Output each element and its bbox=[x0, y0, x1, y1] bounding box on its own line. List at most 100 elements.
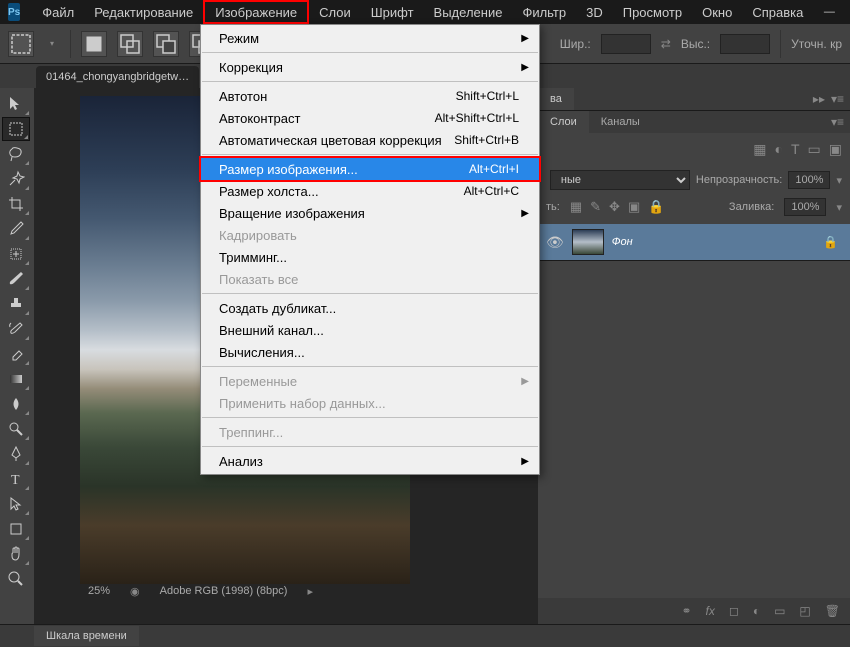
selection-new-icon[interactable] bbox=[81, 31, 107, 57]
new-layer-icon[interactable]: ◰ bbox=[799, 604, 810, 618]
fill-value[interactable]: 100% bbox=[784, 198, 826, 216]
tab-channels[interactable]: Каналы bbox=[589, 111, 652, 133]
adjustment-icon[interactable]: ◐ bbox=[753, 604, 760, 618]
lock-artboard-icon[interactable]: ▣ bbox=[628, 199, 640, 215]
layer-thumbnail[interactable] bbox=[572, 229, 604, 255]
filter-adjust-icon[interactable]: ◐ bbox=[775, 141, 783, 158]
menu-item[interactable]: Коррекция▶ bbox=[201, 56, 539, 78]
filter-image-icon[interactable]: ▦ bbox=[753, 141, 766, 158]
panel-menu-icon[interactable]: ▾≡ bbox=[831, 115, 844, 129]
brush-tool-icon[interactable] bbox=[2, 267, 30, 291]
filter-shape-icon[interactable]: ▭ bbox=[808, 141, 821, 158]
document-tab[interactable]: 01464_chongyangbridgetw… bbox=[36, 66, 199, 88]
blend-mode-select[interactable]: ные bbox=[550, 170, 690, 190]
menu-item[interactable]: Тримминг... bbox=[201, 246, 539, 268]
opacity-value[interactable]: 100% bbox=[788, 171, 830, 189]
lock-pixels-icon[interactable]: ▦ bbox=[570, 199, 582, 215]
preset-dropdown-icon[interactable]: ▾ bbox=[44, 31, 60, 57]
lasso-tool-icon[interactable] bbox=[2, 142, 30, 166]
zoom-tool-icon[interactable] bbox=[2, 567, 30, 591]
history-brush-tool-icon[interactable] bbox=[2, 317, 30, 341]
menu-item[interactable]: АвтоконтрастAlt+Shift+Ctrl+L bbox=[201, 107, 539, 129]
refine-edge-label[interactable]: Уточн. кр bbox=[791, 37, 842, 51]
gradient-tool-icon[interactable] bbox=[2, 367, 30, 391]
width-input[interactable] bbox=[601, 34, 651, 54]
panel-tab[interactable]: ва bbox=[538, 88, 574, 110]
menu-item[interactable]: Режим▶ bbox=[201, 27, 539, 49]
maximize-button[interactable]: ▭ bbox=[845, 1, 850, 23]
menu-просмотр[interactable]: Просмотр bbox=[613, 0, 692, 24]
titlebar: Ps ФайлРедактированиеИзображениеСлоиШриф… bbox=[0, 0, 850, 24]
blur-tool-icon[interactable] bbox=[2, 392, 30, 416]
mask-icon[interactable]: ◻ bbox=[729, 604, 739, 618]
separator bbox=[780, 30, 781, 58]
chevron-down-icon[interactable]: ▾ bbox=[836, 174, 842, 187]
menu-изображение[interactable]: Изображение bbox=[203, 0, 309, 24]
swap-icon[interactable]: ⇄ bbox=[661, 37, 671, 51]
timeline-tab[interactable]: Шкала времени bbox=[34, 626, 139, 646]
menu-item[interactable]: Создать дубликат... bbox=[201, 297, 539, 319]
menu-item[interactable]: Размер изображения...Alt+Ctrl+I bbox=[201, 158, 539, 180]
marquee-tool-icon[interactable] bbox=[2, 117, 30, 141]
menu-item[interactable]: Вращение изображения▶ bbox=[201, 202, 539, 224]
menu-item[interactable]: Вычисления... bbox=[201, 341, 539, 363]
menu-редактирование[interactable]: Редактирование bbox=[84, 0, 203, 24]
stamp-tool-icon[interactable] bbox=[2, 292, 30, 316]
chevron-right-icon[interactable]: ▸ bbox=[307, 585, 313, 598]
fx-icon[interactable]: fx bbox=[706, 604, 715, 618]
hand-tool-icon[interactable] bbox=[2, 542, 30, 566]
layer-name[interactable]: Фон bbox=[612, 236, 815, 248]
layers-panel: Слои Каналы ▾≡ ▦ ◐ T ▭ ▣ ные bbox=[538, 111, 850, 261]
panel-menu-icon[interactable]: ▾≡ bbox=[831, 92, 844, 106]
filter-smart-icon[interactable]: ▣ bbox=[829, 141, 842, 158]
menu-выделение[interactable]: Выделение bbox=[424, 0, 513, 24]
healing-tool-icon[interactable] bbox=[2, 242, 30, 266]
lock-position-icon[interactable]: ✥ bbox=[609, 199, 620, 215]
minimize-button[interactable]: — bbox=[813, 1, 845, 23]
selection-subtract-icon[interactable] bbox=[153, 31, 179, 57]
type-tool-icon[interactable]: T bbox=[2, 467, 30, 491]
magic-wand-tool-icon[interactable] bbox=[2, 167, 30, 191]
group-icon[interactable]: ▭ bbox=[774, 604, 785, 618]
layer-filter-icons[interactable]: ▦ ◐ T ▭ ▣ bbox=[753, 141, 842, 158]
menu-слои[interactable]: Слои bbox=[309, 0, 361, 24]
marquee-preset-icon[interactable] bbox=[8, 31, 34, 57]
crop-tool-icon[interactable] bbox=[2, 192, 30, 216]
layer-item-background[interactable]: 👁 Фон 🔒 bbox=[538, 224, 850, 260]
eyedropper-tool-icon[interactable] bbox=[2, 217, 30, 241]
globe-icon[interactable]: ◉ bbox=[130, 585, 140, 598]
menu-separator bbox=[202, 154, 538, 155]
menu-фильтр[interactable]: Фильтр bbox=[512, 0, 576, 24]
dodge-tool-icon[interactable] bbox=[2, 417, 30, 441]
menu-item[interactable]: Внешний канал... bbox=[201, 319, 539, 341]
menu-3d[interactable]: 3D bbox=[576, 0, 613, 24]
link-icon[interactable]: ⚭ bbox=[681, 604, 691, 618]
menu-файл[interactable]: Файл bbox=[32, 0, 84, 24]
height-input[interactable] bbox=[720, 34, 770, 54]
lock-brush-icon[interactable]: ✎ bbox=[590, 199, 601, 215]
menu-окно[interactable]: Окно bbox=[692, 0, 742, 24]
menu-item[interactable]: АвтотонShift+Ctrl+L bbox=[201, 85, 539, 107]
menu-справка[interactable]: Справка bbox=[742, 0, 813, 24]
lock-icon[interactable]: 🔒 bbox=[823, 235, 838, 249]
tab-layers[interactable]: Слои bbox=[538, 111, 589, 133]
visibility-icon[interactable]: 👁 bbox=[546, 234, 564, 251]
pen-tool-icon[interactable] bbox=[2, 442, 30, 466]
selection-add-icon[interactable] bbox=[117, 31, 143, 57]
lock-all-icon[interactable]: 🔒 bbox=[648, 199, 664, 215]
menu-item[interactable]: Размер холста...Alt+Ctrl+C bbox=[201, 180, 539, 202]
move-tool-icon[interactable] bbox=[2, 92, 30, 116]
color-profile[interactable]: Adobe RGB (1998) (8bpc) bbox=[160, 585, 288, 597]
chevron-down-icon[interactable]: ▾ bbox=[836, 201, 842, 214]
path-selection-tool-icon[interactable] bbox=[2, 492, 30, 516]
shape-tool-icon[interactable] bbox=[2, 517, 30, 541]
trash-icon[interactable]: 🗑 bbox=[825, 604, 840, 618]
collapse-icon[interactable]: ▸▸ bbox=[813, 92, 825, 106]
menu-separator bbox=[202, 81, 538, 82]
filter-type-icon[interactable]: T bbox=[791, 141, 800, 158]
zoom-level[interactable]: 25% bbox=[88, 585, 110, 597]
menu-item[interactable]: Анализ▶ bbox=[201, 450, 539, 472]
menu-шрифт[interactable]: Шрифт bbox=[361, 0, 424, 24]
menu-item[interactable]: Автоматическая цветовая коррекцияShift+C… bbox=[201, 129, 539, 151]
eraser-tool-icon[interactable] bbox=[2, 342, 30, 366]
